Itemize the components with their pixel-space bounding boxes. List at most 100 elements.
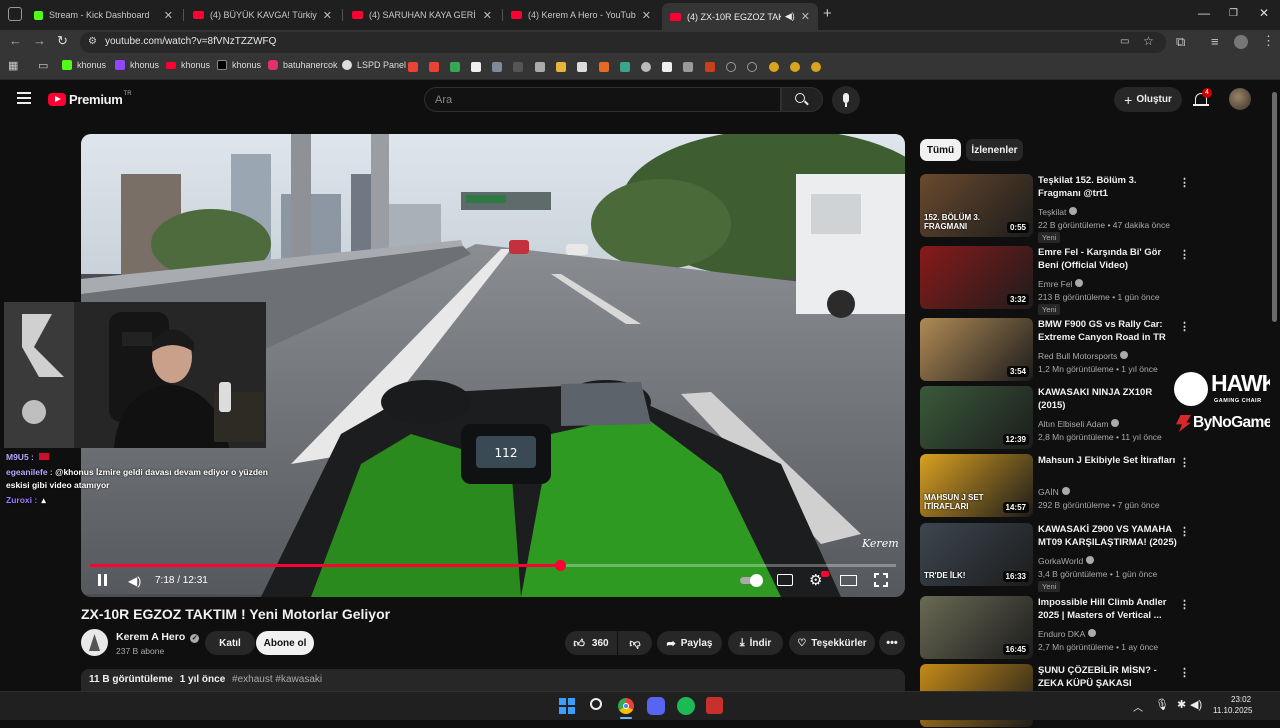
recommendation-channel[interactable]: Red Bull Motorsports bbox=[1038, 351, 1117, 361]
more-options-icon[interactable]: ⋮ bbox=[1179, 666, 1190, 679]
channel-name[interactable]: Kerem A Hero ✓ bbox=[116, 631, 200, 643]
bookmark-icon[interactable] bbox=[599, 62, 609, 72]
address-bar[interactable]: ⚙ youtube.com/watch?v=8fVNzTZZWFQ ▭ ☆ bbox=[80, 32, 1166, 53]
recommendation-title[interactable]: Teşkilat 152. Bölüm 3. Fragmanı @trt1 bbox=[1038, 174, 1178, 200]
download-button[interactable]: ⤓ İndir bbox=[728, 631, 783, 655]
autoplay-toggle[interactable] bbox=[740, 574, 764, 587]
page-scrollbar[interactable] bbox=[1270, 82, 1280, 690]
clock-time[interactable]: 23:02 bbox=[1231, 695, 1251, 704]
bookmark-icon[interactable] bbox=[769, 62, 779, 72]
profile-icon[interactable] bbox=[1234, 35, 1248, 49]
youtube-logo[interactable]: Premium TR bbox=[48, 91, 132, 107]
video-thumbnail[interactable]: 12:39 bbox=[920, 386, 1033, 449]
cast-icon[interactable]: ▭ bbox=[1120, 36, 1129, 47]
dislike-button[interactable]: 👎︎ bbox=[618, 631, 652, 655]
tab-buyuk-kavga[interactable]: (4) BÜYÜK KAVGA! Türkiye'de Y ✕ bbox=[185, 4, 340, 26]
minimize-button[interactable]: — bbox=[1198, 6, 1210, 20]
recommendation-channel[interactable]: Emre Fel bbox=[1038, 279, 1072, 289]
bookmark-icon[interactable] bbox=[620, 62, 630, 72]
bookmark-icon[interactable] bbox=[641, 62, 651, 72]
recommendation-item[interactable]: 12:39 KAWASAKI NINJA ZX10R (2015) Altın El… bbox=[920, 386, 1192, 450]
more-options-icon[interactable]: ⋮ bbox=[1179, 456, 1190, 469]
notifications-button[interactable]: 4 bbox=[1193, 88, 1212, 108]
bookmark-icon[interactable] bbox=[705, 62, 715, 72]
close-icon[interactable]: ✕ bbox=[483, 9, 492, 22]
search-input[interactable]: Ara bbox=[424, 87, 781, 112]
bookmark-icon[interactable] bbox=[513, 62, 523, 72]
speaker-icon[interactable]: ◀) bbox=[785, 11, 795, 22]
discord-icon[interactable] bbox=[647, 697, 665, 715]
tab-kerem-a-hero[interactable]: (4) Kerem A Hero - YouTube ✕ bbox=[503, 4, 659, 26]
media-icon[interactable]: ≡ bbox=[1211, 34, 1219, 49]
reload-icon[interactable]: ↻ bbox=[57, 33, 68, 49]
close-icon[interactable]: ✕ bbox=[642, 9, 651, 22]
avatar[interactable] bbox=[1229, 88, 1251, 110]
close-icon[interactable]: ✕ bbox=[164, 9, 173, 22]
recommendation-item[interactable]: 3:32 Emre Fel - Karşında Bi' Gör Beni (Of… bbox=[920, 246, 1192, 315]
bookmark-icon[interactable] bbox=[492, 62, 502, 72]
folder-icon[interactable]: ▭ bbox=[38, 59, 48, 72]
bookmark-icon[interactable] bbox=[790, 62, 800, 72]
video-thumbnail[interactable]: 3:32 bbox=[920, 246, 1033, 309]
recommendation-title[interactable]: KAWASAKI NINJA ZX10R (2015) bbox=[1038, 386, 1178, 412]
recommendation-channel[interactable]: Altın Elbiseli Adam bbox=[1038, 419, 1108, 429]
forward-icon[interactable]: → bbox=[33, 33, 46, 48]
bookmark-khonus-kick[interactable]: khonus bbox=[62, 60, 106, 70]
close-window-button[interactable]: ✕ bbox=[1259, 6, 1269, 20]
recommendation-item[interactable]: 3:54 BMW F900 GS vs Rally Car: Extreme Ca… bbox=[920, 318, 1192, 382]
tab-kick-dashboard[interactable]: Stream - Kick Dashboard ✕ bbox=[26, 4, 181, 26]
progress-scrubber[interactable] bbox=[554, 560, 566, 571]
recommendation-item[interactable]: 16:45 Impossible Hill Climb Andler 2025 |… bbox=[920, 596, 1192, 660]
recommendation-item[interactable]: MAHSUN J SET İTİRAFLARI 14:57 Mahsun J Eki… bbox=[920, 454, 1192, 518]
bookmark-icon[interactable] bbox=[811, 62, 821, 72]
recommendation-title[interactable]: ŞUNU ÇÖZEBİLİR MİSN? - ZEKA KÜPÜ ŞAKASI bbox=[1038, 664, 1178, 690]
bookmark-icon[interactable] bbox=[535, 62, 545, 72]
tray-overflow-icon[interactable]: ︿ bbox=[1133, 699, 1143, 714]
gmail-icon[interactable] bbox=[429, 62, 439, 72]
search-button[interactable] bbox=[781, 87, 823, 112]
voice-search-button[interactable] bbox=[832, 86, 860, 114]
recommendation-title[interactable]: Emre Fel - Karşında Bi' Gör Beni (Offici… bbox=[1038, 246, 1178, 272]
fullscreen-icon[interactable] bbox=[874, 573, 888, 587]
extensions-icon[interactable]: ⧉ bbox=[1176, 34, 1185, 50]
gmail-icon[interactable] bbox=[408, 62, 418, 72]
close-icon[interactable]: ✕ bbox=[801, 10, 810, 23]
more-options-icon[interactable]: ⋮ bbox=[1179, 525, 1190, 538]
clock-date[interactable]: 11.10.2025 bbox=[1213, 706, 1252, 715]
description-box[interactable]: 11 B görüntüleme 1 yıl önce #exhaust #ka… bbox=[81, 669, 905, 691]
bookmark-star-icon[interactable]: ☆ bbox=[1143, 34, 1154, 48]
bookmark-khonus-x[interactable]: khonus bbox=[217, 60, 261, 70]
back-icon[interactable]: ← bbox=[9, 33, 22, 48]
bookmark-lspd-panel[interactable]: LSPD Panel bbox=[342, 60, 406, 70]
bookmark-icon[interactable] bbox=[683, 62, 693, 72]
volume-icon[interactable]: ◀) bbox=[128, 574, 141, 588]
progress-bar[interactable] bbox=[90, 560, 896, 571]
site-info-icon[interactable]: ⚙ bbox=[88, 36, 97, 47]
subtitles-icon[interactable] bbox=[777, 574, 793, 586]
more-options-icon[interactable]: ⋮ bbox=[1179, 598, 1190, 611]
taskbar-search-icon[interactable] bbox=[590, 698, 602, 710]
video-thumbnail[interactable]: TR'DE İLK! 16:33 bbox=[920, 523, 1033, 586]
thanks-button[interactable]: ♡ Teşekkürler bbox=[789, 631, 875, 655]
bookmark-icon[interactable] bbox=[747, 62, 757, 72]
chip-watched[interactable]: İzlenenler bbox=[966, 139, 1023, 161]
channel-avatar[interactable] bbox=[81, 629, 108, 656]
more-actions-button[interactable]: ••• bbox=[879, 631, 905, 655]
recommendation-item[interactable]: TR'DE İLK! 16:33 KAWASAKİ Z900 VS YAMAHA M… bbox=[920, 523, 1192, 592]
microphone-tray-icon[interactable]: 🎙︎ bbox=[1155, 698, 1169, 711]
recommendation-title[interactable]: Mahsun J Ekibiyle Set İtirafları bbox=[1038, 454, 1178, 467]
recommendation-channel[interactable]: GorkaWorld bbox=[1038, 556, 1083, 566]
start-windows-icon[interactable] bbox=[559, 698, 575, 714]
recommendation-title[interactable]: Impossible Hill Climb Andler 2025 | Mast… bbox=[1038, 596, 1178, 622]
bookmark-icon[interactable] bbox=[726, 62, 736, 72]
bookmark-icon[interactable] bbox=[471, 62, 481, 72]
scrollbar-thumb[interactable] bbox=[1272, 92, 1277, 322]
recommendation-title[interactable]: KAWASAKİ Z900 VS YAMAHA MT09 KARŞILAŞTIR… bbox=[1038, 523, 1178, 549]
theater-mode-icon[interactable] bbox=[840, 575, 857, 586]
volume-tray-icon[interactable]: ◀) bbox=[1190, 698, 1202, 711]
join-button[interactable]: Katıl bbox=[205, 631, 255, 655]
tab-search-icon[interactable] bbox=[8, 7, 22, 21]
more-options-icon[interactable]: ⋮ bbox=[1179, 320, 1190, 333]
more-options-icon[interactable]: ⋮ bbox=[1179, 248, 1190, 261]
bookmark-icon[interactable] bbox=[662, 62, 672, 72]
